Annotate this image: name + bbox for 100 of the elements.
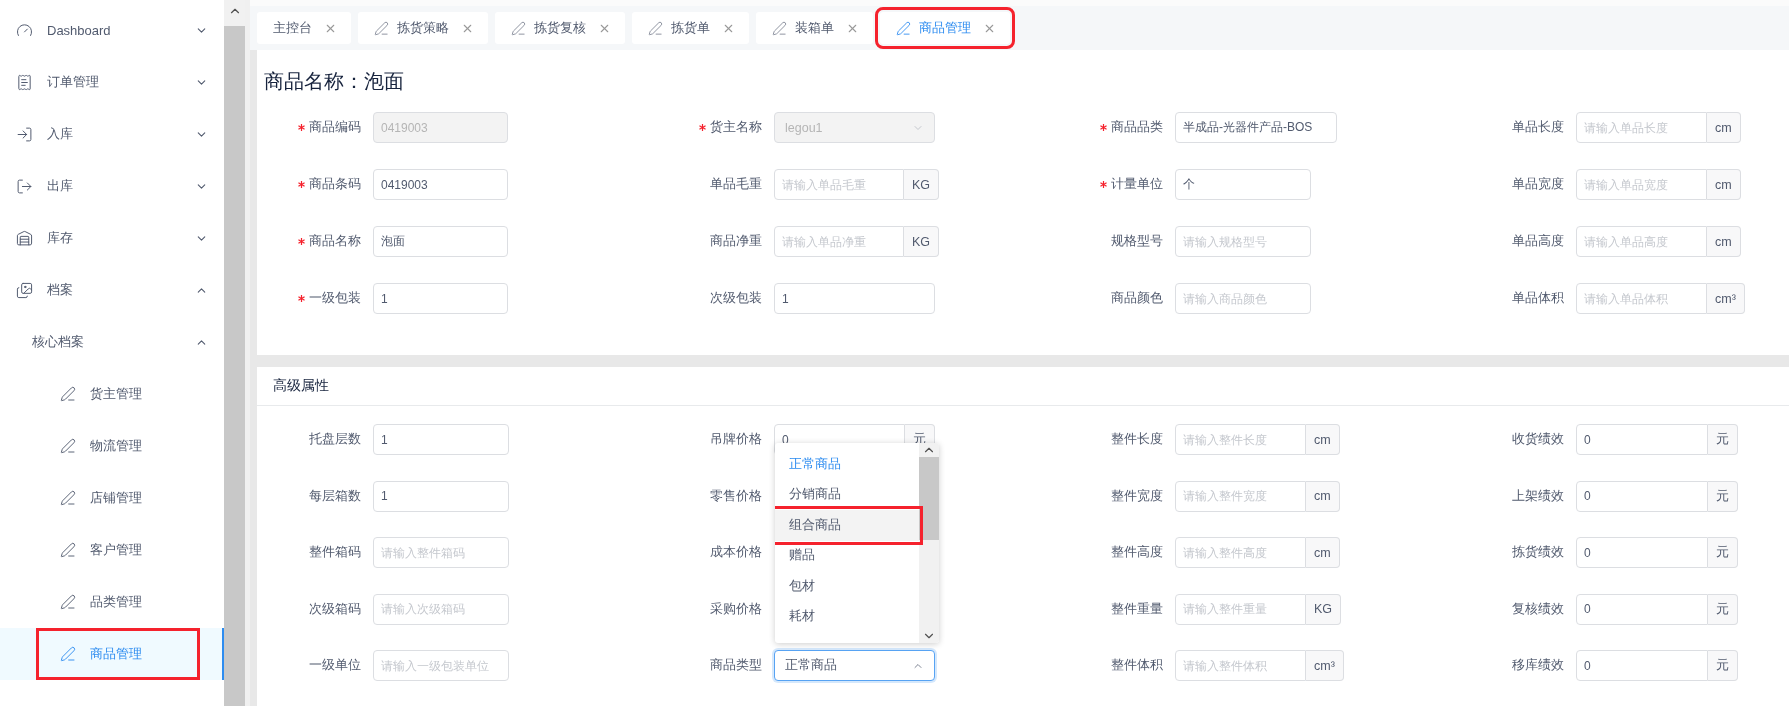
field-label: 吊牌价格 [710, 431, 762, 448]
field-label: 整件宽度 [1111, 487, 1163, 505]
tab[interactable]: 拣货策略 [358, 12, 488, 44]
field-label: 一级单位 [309, 657, 361, 674]
unit-label: cm [1707, 112, 1741, 143]
input-field[interactable]: 0 [1576, 593, 1708, 625]
pen-icon [511, 20, 526, 36]
unit-label: cm [1306, 480, 1340, 512]
section-title: 高级属性 [257, 367, 1789, 406]
sidebar-item[interactable]: 品类管理 [0, 576, 224, 628]
sidebar-item[interactable]: 店铺管理 [0, 472, 224, 524]
pen-icon [896, 20, 911, 36]
field-label: 商品名称 [309, 233, 361, 250]
field-label: 商品净重 [710, 233, 762, 250]
sidebar-item[interactable]: 库存 [0, 212, 224, 264]
unit-label: cm [1306, 424, 1340, 455]
field-label: 单品宽度 [1512, 176, 1564, 193]
login-icon [16, 125, 33, 143]
field-label: 商品颜色 [1111, 290, 1163, 307]
unit-label: cm³ [1306, 650, 1344, 681]
pen-icon [772, 20, 787, 36]
input-field[interactable]: 1 [774, 283, 935, 314]
field-label: 整件体积 [1111, 657, 1163, 674]
tab[interactable]: 拣货复核 [495, 12, 625, 44]
unit-label: KG [1306, 593, 1342, 625]
field-label: 整件高度 [1111, 544, 1163, 561]
sidebar-item[interactable]: 档案 [0, 264, 224, 316]
input-field[interactable]: 0 [1576, 424, 1708, 455]
tab[interactable]: 拣货单 [632, 12, 749, 44]
field-label: 上架绩效 [1512, 487, 1564, 505]
field-label: 单品长度 [1512, 119, 1564, 136]
unit-label: 元 [1708, 424, 1738, 455]
sidebar-item[interactable]: 入库 [0, 108, 224, 160]
input-field[interactable]: 0419003 [373, 169, 508, 200]
pen-icon [60, 594, 76, 610]
field-label: 次级箱码 [309, 600, 361, 618]
field-label: 规格型号 [1111, 233, 1163, 250]
unit-label: 元 [1708, 537, 1738, 568]
field-label: 商品编码 [309, 119, 361, 136]
field-label: 零售价格 [710, 487, 762, 505]
field-label: 收货绩效 [1512, 431, 1564, 448]
unit-label: 元 [1708, 480, 1738, 512]
field-label: 次级包装 [710, 290, 762, 307]
sidebar-item[interactable]: 出库 [0, 160, 224, 212]
field-label: 单品体积 [1512, 290, 1564, 307]
pen-icon [60, 386, 76, 402]
input-field[interactable]: 1 [373, 424, 509, 455]
field-label: 商品品类 [1111, 119, 1163, 136]
input-field[interactable]: 1 [373, 480, 509, 512]
unit-label: 元 [1708, 593, 1738, 625]
field-label: 商品类型 [710, 657, 762, 674]
page-title: 商品名称：泡面 [263, 69, 405, 94]
sidebar-item[interactable]: 物流管理 [0, 420, 224, 472]
receipt-icon [16, 73, 33, 91]
pen-icon [60, 542, 76, 558]
pen-icon [374, 20, 389, 36]
unit-label: KG [904, 169, 940, 200]
unit-label: cm [1707, 169, 1741, 200]
unit-label: cm [1707, 226, 1741, 257]
input-field[interactable]: 0 [1576, 650, 1708, 681]
unit-label: cm³ [1707, 283, 1745, 314]
field-label: 货主名称 [710, 119, 762, 136]
tab[interactable]: 装箱单 [756, 12, 873, 44]
input-field[interactable]: 个 [1175, 169, 1311, 200]
input-field[interactable]: 1 [373, 283, 508, 314]
pen-icon [60, 490, 76, 506]
input-field[interactable]: 半成品-光器件产品-BOS [1175, 112, 1337, 143]
field-label: 一级包装 [309, 290, 361, 307]
tab[interactable]: 主控台 [257, 12, 351, 44]
field-label: 单品毛重 [710, 176, 762, 193]
field-label: 每层箱数 [309, 487, 361, 505]
input-field[interactable]: 泡面 [373, 226, 508, 257]
pen-icon [60, 438, 76, 454]
logout-icon [16, 177, 33, 195]
field-label: 商品条码 [309, 176, 361, 193]
input-field[interactable]: 0 [1576, 480, 1708, 512]
field-label: 复核绩效 [1512, 600, 1564, 618]
sidebar-item[interactable]: 客户管理 [0, 524, 224, 576]
scrollbar[interactable] [224, 0, 245, 706]
sidebar-item[interactable]: 订单管理 [0, 56, 224, 108]
field-label: 计量单位 [1111, 176, 1163, 193]
warehouse-icon [16, 229, 33, 247]
field-label: 拣货绩效 [1512, 544, 1564, 561]
pen-icon [648, 20, 663, 36]
sidebar-item[interactable]: 核心档案 [0, 316, 224, 368]
field-label: 整件长度 [1111, 431, 1163, 448]
unit-label: KG [904, 226, 940, 257]
field-label: 移库绩效 [1512, 657, 1564, 674]
sidebar-item[interactable]: 货主管理 [0, 368, 224, 420]
pen-icon [60, 646, 76, 662]
field-label: 单品高度 [1512, 233, 1564, 250]
select-field[interactable]: 正常商品 [774, 650, 935, 681]
field-label: 托盘层数 [309, 431, 361, 448]
field-label: 采购价格 [710, 600, 762, 618]
scrollbar[interactable] [919, 443, 939, 643]
input-field[interactable]: 0 [1576, 537, 1708, 568]
sidebar-item[interactable]: Dashboard [0, 4, 224, 56]
field-label: 整件箱码 [309, 544, 361, 561]
picture-frame-icon [16, 281, 33, 299]
unit-label: cm [1306, 537, 1340, 568]
